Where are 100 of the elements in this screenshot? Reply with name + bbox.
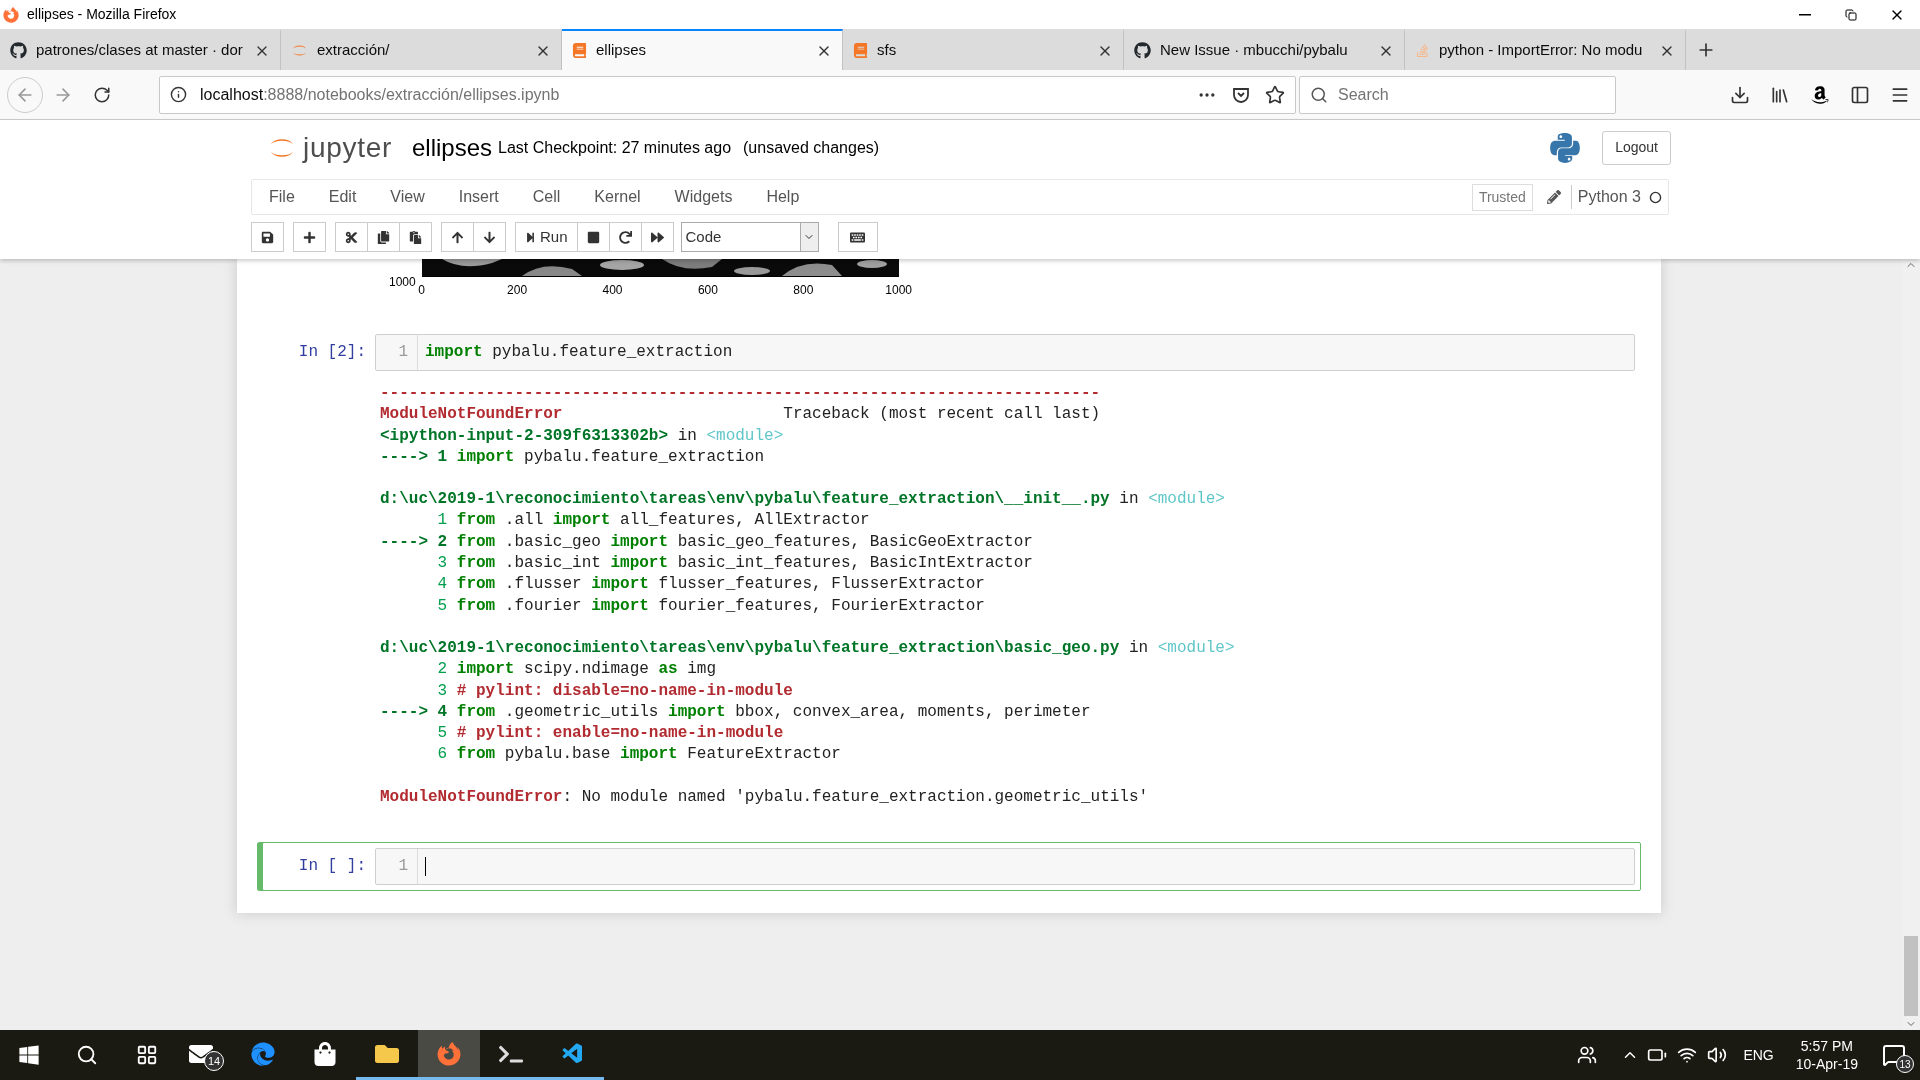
firefox-icon [437,1041,461,1066]
traceback-line: 3 # pylint: disable=no-name-in-module [436,680,793,702]
traceback-line: 4 from .flusser import flusser_features, FlusserExtractor [436,574,985,596]
axis-tick-label: 800 [793,283,814,297]
pencil-icon[interactable] [1546,190,1561,204]
stop-icon [586,230,600,244]
axis-tick-label: 1000 [885,283,913,297]
sidebar-icon[interactable] [1850,84,1870,105]
unsaved-status: (unsaved changes) [743,137,880,158]
keyboard-button[interactable] [837,222,878,252]
arrow-up-icon [451,230,464,244]
cell-prompt: In [ ]: [297,856,367,878]
book-icon [572,43,587,58]
notebook-name[interactable]: ellipses [411,129,492,166]
jupyter-logo-text: jupyter [303,130,392,165]
menu-item[interactable]: Cell [515,185,578,209]
reload-icon[interactable] [93,85,111,104]
minimize-icon [1799,13,1811,16]
task-view-icon[interactable] [136,1044,158,1066]
arrow-down-icon [483,230,496,244]
menu-item[interactable]: Kernel [577,185,658,209]
menu-item[interactable]: View [373,185,442,209]
traceback-line: 5 from .fourier import fourier_features, FourierExtractor [436,595,985,617]
traceback-line: d:\uc\2019-1\reconocimiento\tareas\env\pybalu\feature_extraction\basic_geo.py in <module> [380,637,1235,659]
traceback-line: --------------------------------------------------------------------------- [380,383,1101,404]
copy-button[interactable] [367,222,400,252]
people-icon[interactable] [1577,1045,1598,1065]
save-button[interactable] [251,222,284,252]
code-line: import pybalu.feature_extraction [425,343,733,362]
menu-item[interactable]: Help [749,185,817,209]
stop-button[interactable] [576,222,610,252]
taskbar-app[interactable]: 14 [170,1030,232,1080]
traceback-line: ----> 2 from .basic_geo import basic_geo_features, BasicGeoExtractor [380,531,1033,553]
info-icon [170,86,187,103]
trusted-badge[interactable]: Trusted [1471,183,1533,211]
menu-item[interactable]: Insert [441,185,516,209]
restart-icon [618,230,632,244]
github-icon [10,42,27,59]
move-up-button[interactable] [441,222,474,252]
clock-time[interactable]: 5:57 PM [1800,1037,1853,1055]
traceback-line: <ipython-input-2-309f6313302b> in <module> [380,425,784,447]
python-logo-icon [1548,130,1583,165]
axis-tick-label: 0 [418,283,426,297]
notebook-cell[interactable]: In [ ]: 1 [257,842,1641,892]
search-icon[interactable] [76,1044,98,1066]
language-indicator[interactable]: ENG [1743,1044,1774,1066]
address-field[interactable]: localhost:8888/notebooks/extracción/ellipses.ipynb [159,75,1296,114]
download-icon[interactable] [1730,84,1750,105]
move-down-button[interactable] [473,222,506,252]
traceback-line: 5 # pylint: enable=no-name-in-module [436,723,784,745]
browser-tab[interactable]: ellipses [562,29,843,70]
cell-type-select[interactable]: Code [680,222,819,252]
stack-icon [1415,43,1430,58]
fast-forward-icon [650,230,664,244]
code-input[interactable]: 1 import pybalu.feature_extraction [375,334,1635,371]
wifi-icon[interactable] [1677,1045,1698,1065]
plus-icon [303,230,316,244]
kernel-idle-icon [1649,190,1662,204]
traceback-line: 3 from .basic_int import basic_int_features, BasicIntExtractor [436,553,1033,575]
github-icon [1134,42,1151,59]
traceback-line: ----> 1 import pybalu.feature_extraction [380,446,765,468]
paste-button[interactable] [399,222,432,252]
line-number: 1 [398,343,408,362]
add-cell-button[interactable] [293,222,326,252]
traceback-line: 2 import scipy.ndimage as img [436,659,717,681]
count-badge: 13 [1896,1055,1914,1073]
amazon-icon[interactable] [1810,84,1830,105]
book-icon [853,43,868,58]
save-icon [261,230,274,244]
axis-tick-label: 600 [697,283,718,297]
edge-icon [251,1041,275,1066]
restart-button[interactable] [608,222,642,252]
kernel-name: Python 3 [1577,187,1641,207]
copy-icon [377,230,390,244]
menu-item[interactable]: Widgets [657,185,750,209]
run-button[interactable]: Run [515,222,578,252]
axis-tick-label: 200 [507,283,528,297]
restore-icon [1845,8,1857,21]
clock-date[interactable]: 10-Apr-19 [1795,1055,1858,1073]
axis-tick-label: 1000 [389,275,416,289]
menu-item[interactable]: Edit [311,185,374,209]
vscode-icon [561,1041,585,1066]
cut-button[interactable] [335,222,368,252]
scrollbar-thumb[interactable] [1904,936,1918,1016]
menu-item[interactable]: File [252,185,312,209]
traceback-line: ModuleNotFoundError Traceback (most recent call last) [380,404,1101,426]
traceback-line: d:\uc\2019-1\reconocimiento\tareas\env\pybalu\feature_extraction\__init__.py in <module> [380,489,1225,511]
clipboard-icon [409,230,422,244]
traceback-line: ModuleNotFoundError: No module named 'pybalu.feature_extraction.geometric_utils' [380,786,1149,808]
window-title: ellipses - Mozilla Firefox [27,5,177,24]
line-number: 1 [398,857,408,877]
volume-icon[interactable] [1707,1045,1728,1065]
traceback-line: ----> 4 from .geometric_utils import bbox, convex_area, moments, perimeter [380,701,1091,723]
run-all-button[interactable] [640,222,674,252]
axis-tick-label: 400 [602,283,623,297]
logout-button[interactable]: Logout [1602,130,1671,165]
scissors-icon [345,230,358,244]
search-field[interactable]: Search [1299,75,1616,114]
traceback-line: 6 from pybalu.base import FeatureExtractor [436,744,841,766]
star-icon[interactable] [1265,84,1285,105]
